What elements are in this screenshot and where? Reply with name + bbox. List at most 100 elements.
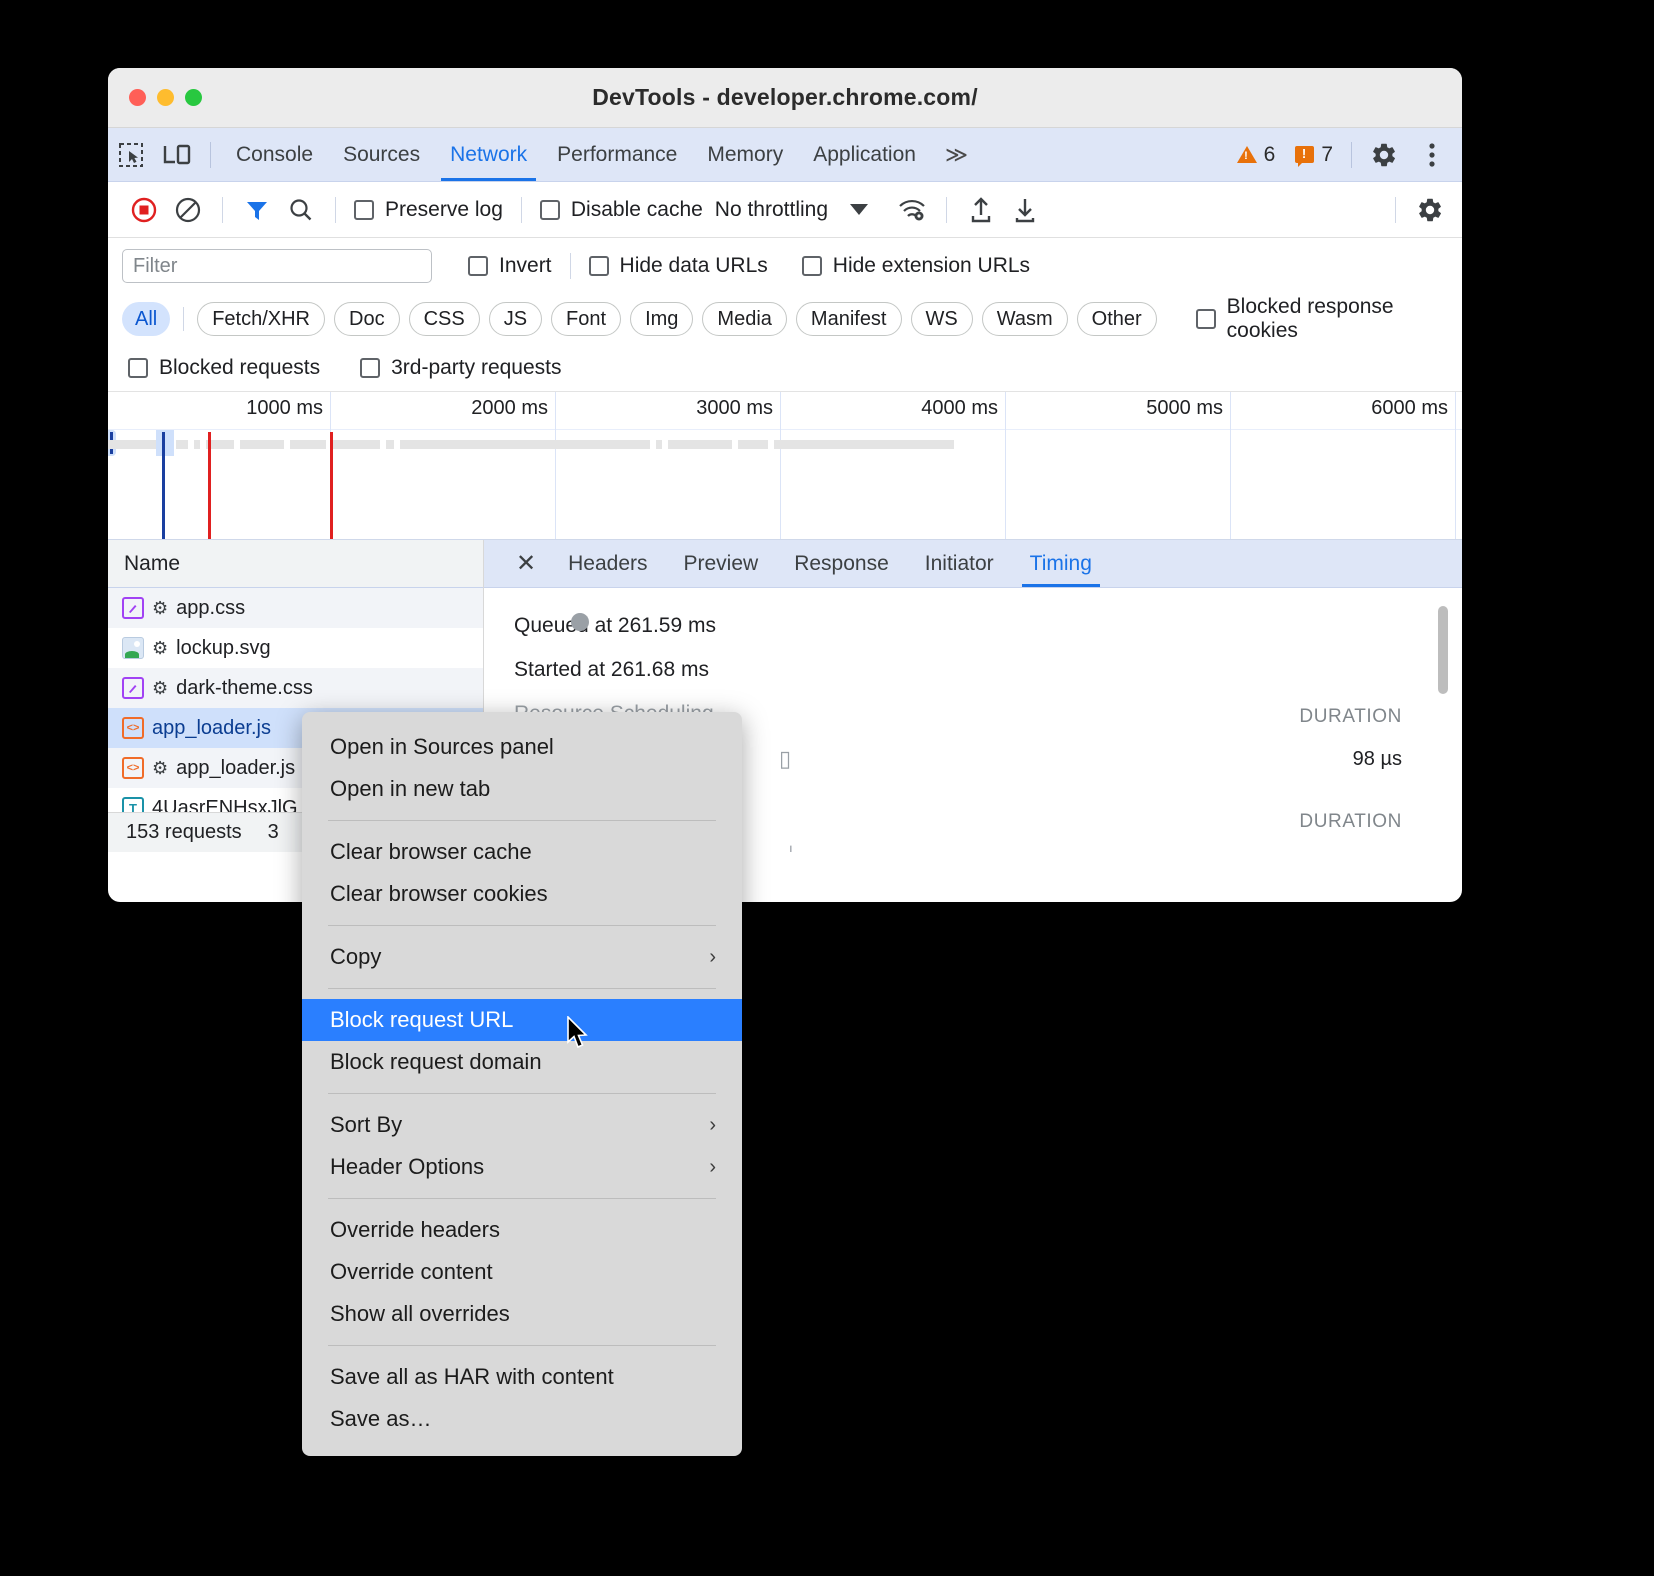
blocked-response-cookies-label: Blocked response cookies: [1227, 295, 1456, 343]
clear-icon[interactable]: [166, 188, 210, 232]
network-settings-gear-icon[interactable]: [1408, 188, 1452, 232]
tab-application[interactable]: Application: [798, 128, 931, 181]
timeline-tick-label: 2000 ms: [471, 397, 548, 420]
filter-bar: Invert Hide data URLs Hide extension URL…: [108, 238, 1462, 294]
tab-timing[interactable]: Timing: [1012, 540, 1110, 587]
chevron-down-icon[interactable]: [850, 204, 868, 215]
blocked-response-cookies-checkbox[interactable]: Blocked response cookies: [1190, 295, 1462, 343]
invert-label: Invert: [499, 254, 552, 278]
tab-initiator[interactable]: Initiator: [907, 540, 1012, 587]
tab-performance[interactable]: Performance: [542, 128, 692, 181]
filter-pill-css[interactable]: CSS: [409, 302, 480, 336]
filter-pill-fetch-xhr[interactable]: Fetch/XHR: [197, 302, 325, 336]
hide-extension-urls-checkbox[interactable]: Hide extension URLs: [796, 254, 1036, 278]
menu-item-override-content[interactable]: Override content: [302, 1251, 742, 1293]
split-drag-handle[interactable]: [571, 613, 589, 631]
menu-separator: [328, 1345, 716, 1346]
filter-divider: [570, 253, 571, 279]
error-count: 7: [1321, 143, 1333, 167]
network-overview-timeline[interactable]: 1000 ms 2000 ms 3000 ms 4000 ms 5000 ms …: [108, 392, 1462, 540]
menu-item-show-all-overrides[interactable]: Show all overrides: [302, 1293, 742, 1335]
blocked-requests-checkbox[interactable]: Blocked requests: [122, 356, 326, 380]
request-name: app_loader.js: [176, 757, 295, 780]
filter-pill-doc[interactable]: Doc: [334, 302, 400, 336]
preserve-log-checkbox[interactable]: Preserve log: [348, 198, 509, 222]
filter-pill-wasm[interactable]: Wasm: [982, 302, 1068, 336]
filter-input[interactable]: [122, 249, 432, 283]
import-har-icon[interactable]: [959, 188, 1003, 232]
network-conditions-icon[interactable]: [890, 188, 934, 232]
filter-pill-js[interactable]: JS: [489, 302, 542, 336]
filter-pill-font[interactable]: Font: [551, 302, 621, 336]
error-badge[interactable]: 7: [1287, 143, 1341, 167]
menu-item-save-as[interactable]: Save as…: [302, 1398, 742, 1440]
gear-icon: ⚙: [152, 638, 168, 659]
inspect-element-icon[interactable]: [108, 128, 154, 181]
timeline-tick-label: 4000 ms: [921, 397, 998, 420]
tab-network[interactable]: Network: [435, 128, 542, 181]
chevron-right-icon: ›: [709, 946, 716, 969]
filter-pill-img[interactable]: Img: [630, 302, 693, 336]
timeline-activity-band: [108, 440, 1462, 449]
export-har-icon[interactable]: [1003, 188, 1047, 232]
duration-value-2: 1 µs: [1364, 850, 1402, 852]
menu-item-copy[interactable]: Copy ›: [302, 936, 742, 978]
disable-cache-checkbox[interactable]: Disable cache: [534, 198, 709, 222]
device-toolbar-icon[interactable]: [154, 128, 200, 181]
menu-item-sort-by-label: Sort By: [330, 1112, 402, 1138]
details-scrollbar-track[interactable]: [1438, 606, 1448, 840]
toolbar-divider-4: [946, 197, 947, 223]
preserve-log-label: Preserve log: [385, 198, 503, 222]
timeline-tick-label: 1000 ms: [246, 397, 323, 420]
hide-extension-urls-label: Hide extension URLs: [833, 254, 1030, 278]
tab-memory[interactable]: Memory: [692, 128, 798, 181]
close-icon[interactable]: ✕: [502, 549, 550, 578]
filter-pill-media[interactable]: Media: [702, 302, 786, 336]
details-scrollbar-thumb[interactable]: [1438, 606, 1448, 694]
menu-item-sort-by[interactable]: Sort By ›: [302, 1104, 742, 1146]
timeline-tick-label: 5000 ms: [1146, 397, 1223, 420]
menu-item-save-all-as-har[interactable]: Save all as HAR with content: [302, 1356, 742, 1398]
request-list-header[interactable]: Name: [108, 540, 483, 588]
throttling-select[interactable]: No throttling: [715, 198, 828, 222]
filter-funnel-icon[interactable]: [235, 188, 279, 232]
search-icon[interactable]: [279, 188, 323, 232]
gear-icon: ⚙: [152, 598, 168, 619]
checkbox-box: [468, 256, 488, 276]
table-row[interactable]: ⚙ lockup.svg: [108, 628, 483, 668]
invert-checkbox[interactable]: Invert: [462, 254, 558, 278]
filter-pill-all[interactable]: All: [122, 302, 170, 336]
tab-response[interactable]: Response: [776, 540, 907, 587]
menu-item-clear-browser-cache[interactable]: Clear browser cache: [302, 831, 742, 873]
filter-pill-ws[interactable]: WS: [911, 302, 973, 336]
disable-cache-label: Disable cache: [571, 198, 703, 222]
kebab-menu-icon[interactable]: [1410, 133, 1454, 177]
menu-item-open-in-new-tab[interactable]: Open in new tab: [302, 768, 742, 810]
transferred-size: 3: [268, 821, 279, 844]
filter-pill-manifest[interactable]: Manifest: [796, 302, 902, 336]
title-bar: DevTools - developer.chrome.com/: [108, 68, 1462, 128]
menu-item-open-in-sources-panel[interactable]: Open in Sources panel: [302, 726, 742, 768]
hide-data-urls-checkbox[interactable]: Hide data URLs: [583, 254, 774, 278]
tab-sources[interactable]: Sources: [328, 128, 435, 181]
menu-item-clear-browser-cookies[interactable]: Clear browser cookies: [302, 873, 742, 915]
menu-item-block-request-domain[interactable]: Block request domain: [302, 1041, 742, 1083]
timing-bar-1: ▯: [779, 746, 791, 772]
tab-console[interactable]: Console: [221, 128, 328, 181]
settings-gear-icon[interactable]: [1362, 133, 1406, 177]
record-stop-icon[interactable]: [122, 188, 166, 232]
table-row[interactable]: ⚙ dark-theme.css: [108, 668, 483, 708]
third-party-requests-checkbox[interactable]: 3rd-party requests: [354, 356, 567, 380]
menu-item-override-headers[interactable]: Override headers: [302, 1209, 742, 1251]
warning-badge[interactable]: 6: [1229, 143, 1284, 167]
filter-pill-other[interactable]: Other: [1077, 302, 1157, 336]
requests-count: 153 requests: [126, 821, 242, 844]
timeline-tick: 6000 ms: [1455, 392, 1456, 539]
menu-item-block-request-url[interactable]: Block request URL: [302, 999, 742, 1041]
tab-headers[interactable]: Headers: [550, 540, 665, 587]
menu-item-header-options[interactable]: Header Options ›: [302, 1146, 742, 1188]
tab-preview[interactable]: Preview: [666, 540, 777, 587]
more-tabs-chevron-icon[interactable]: ≫: [931, 142, 979, 168]
menu-item-header-options-label: Header Options: [330, 1154, 484, 1180]
table-row[interactable]: ⚙ app.css: [108, 588, 483, 628]
